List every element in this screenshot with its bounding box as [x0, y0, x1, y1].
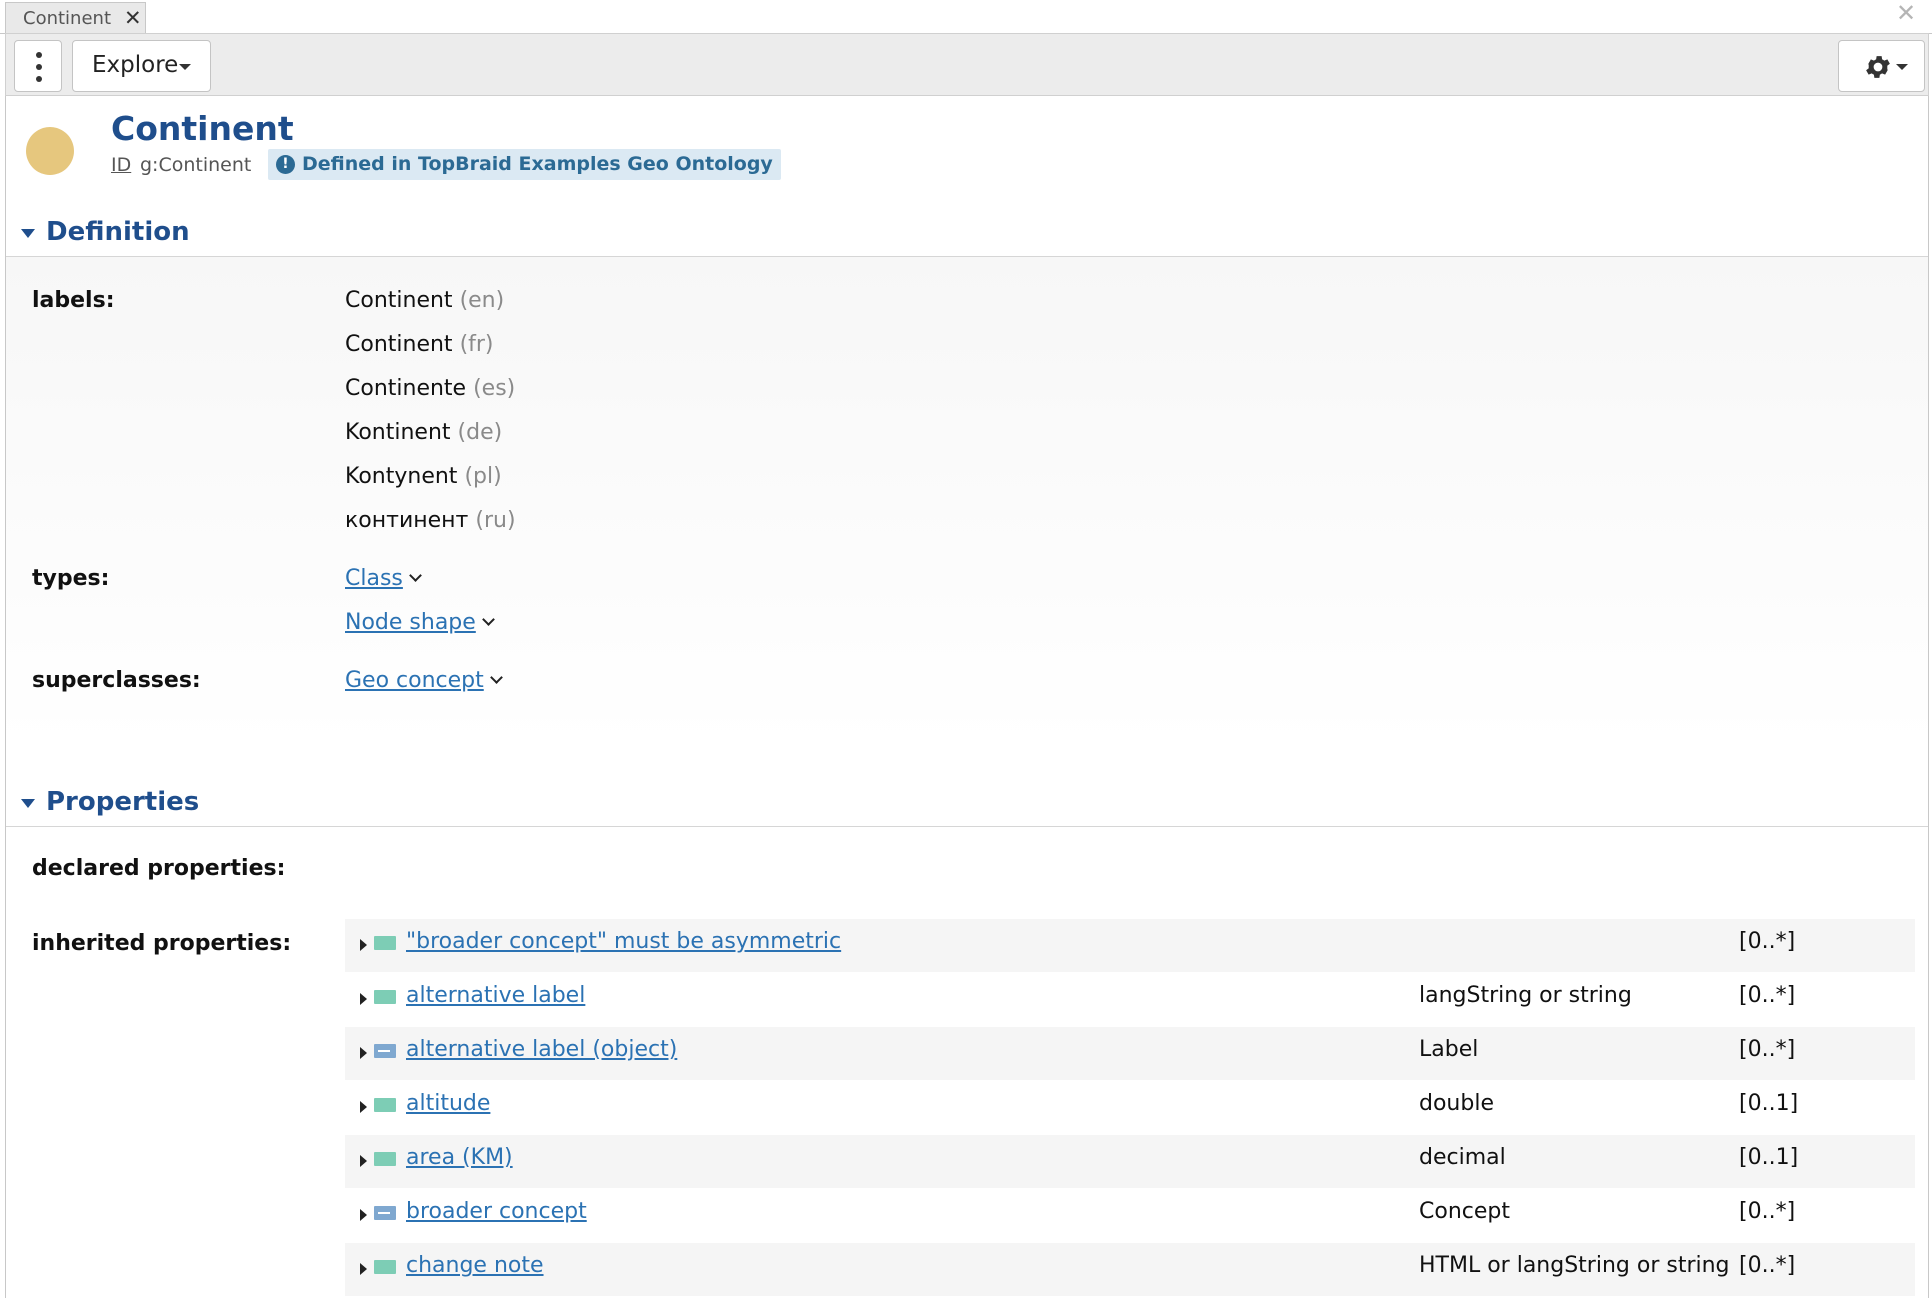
property-row[interactable]: "broader concept" must be asymmetric [0.…: [345, 919, 1915, 972]
labels-field-label: labels:: [32, 288, 115, 313]
property-type: Concept: [1419, 1199, 1510, 1224]
window-close-icon[interactable]: ✕: [1896, 0, 1916, 27]
caret-down-icon: [1896, 64, 1908, 70]
label-value: Kontinent (de): [345, 420, 503, 445]
expand-triangle-icon[interactable]: [360, 993, 367, 1005]
label-value: Continent (en): [345, 288, 505, 313]
property-cardinality: [0..1]: [1739, 1091, 1799, 1116]
property-type: double: [1419, 1091, 1494, 1116]
property-link[interactable]: alternative label: [406, 983, 585, 1008]
property-cardinality: [0..*]: [1739, 983, 1796, 1008]
property-cardinality: [0..*]: [1739, 1037, 1796, 1062]
property-row[interactable]: area (KM) decimal [0..1]: [345, 1135, 1915, 1188]
expand-triangle-icon[interactable]: [360, 1047, 367, 1059]
type-value: Class: [345, 566, 422, 591]
superclasses-field-label: superclasses:: [32, 668, 201, 693]
more-menu-button[interactable]: [14, 40, 62, 92]
chevron-down-icon[interactable]: [481, 613, 495, 626]
property-type: Label: [1419, 1037, 1479, 1062]
object-property-icon: [374, 1206, 396, 1220]
explore-button[interactable]: Explore: [72, 40, 211, 92]
expand-triangle-icon[interactable]: [360, 1155, 367, 1167]
tab-label: Continent: [23, 8, 111, 29]
property-cardinality: [0..1]: [1739, 1145, 1799, 1170]
toolbar: Explore: [5, 33, 1929, 96]
defined-in-badge[interactable]: ! Defined in TopBraid Examples Geo Ontol…: [268, 149, 781, 180]
collapse-triangle-icon[interactable]: [21, 799, 35, 808]
property-link[interactable]: "broader concept" must be asymmetric: [406, 929, 841, 954]
property-type: HTML or langString or string: [1419, 1253, 1730, 1278]
expand-triangle-icon[interactable]: [360, 939, 367, 951]
tab-continent[interactable]: Continent ✕: [5, 2, 146, 33]
property-cardinality: [0..*]: [1739, 1199, 1796, 1224]
chevron-down-icon[interactable]: [489, 671, 503, 684]
definition-section-body: labels: Continent (en) Continent (fr) Co…: [6, 257, 1928, 747]
caret-down-icon: [179, 64, 191, 70]
label-value: Continente (es): [345, 376, 516, 401]
property-row[interactable]: alternative label langString or string […: [345, 973, 1915, 1026]
datatype-property-icon: [374, 1098, 396, 1112]
datatype-property-icon: [374, 990, 396, 1004]
datatype-property-icon: [374, 1260, 396, 1274]
properties-section-title[interactable]: Properties: [46, 787, 199, 817]
collapse-triangle-icon[interactable]: [21, 229, 35, 238]
type-link-node-shape[interactable]: Node shape: [345, 610, 476, 635]
info-icon: !: [276, 155, 295, 174]
property-cardinality: [0..*]: [1739, 929, 1796, 954]
superclass-value: Geo concept: [345, 668, 503, 693]
label-value: Continent (fr): [345, 332, 494, 357]
kebab-icon: [36, 52, 42, 58]
property-link[interactable]: change note: [406, 1253, 544, 1278]
object-property-icon: [374, 1044, 396, 1058]
gear-icon: [1866, 56, 1890, 78]
definition-section-title[interactable]: Definition: [46, 217, 190, 247]
property-link[interactable]: altitude: [406, 1091, 490, 1116]
expand-triangle-icon[interactable]: [360, 1209, 367, 1221]
properties-section-body: declared properties: inherited propertie…: [6, 827, 1928, 1298]
tab-strip: Continent ✕ ✕: [0, 0, 1932, 34]
property-row[interactable]: altitude double [0..1]: [345, 1081, 1915, 1134]
types-field-label: types:: [32, 566, 110, 591]
superclass-link[interactable]: Geo concept: [345, 668, 484, 693]
property-type: langString or string: [1419, 983, 1632, 1008]
property-type: decimal: [1419, 1145, 1506, 1170]
properties-section-header[interactable]: Properties: [6, 782, 1928, 827]
page-title: Continent: [111, 109, 294, 148]
chevron-down-icon[interactable]: [409, 569, 422, 582]
property-row[interactable]: alternative label (object) Label [0..*]: [345, 1027, 1915, 1080]
declared-properties-label: declared properties:: [32, 856, 286, 881]
property-row[interactable]: change note HTML or langString or string…: [345, 1243, 1915, 1296]
datatype-property-icon: [374, 936, 396, 950]
definition-section-header[interactable]: Definition: [6, 212, 1928, 257]
id-label: ID: [111, 154, 132, 176]
datatype-property-icon: [374, 1152, 396, 1166]
expand-triangle-icon[interactable]: [360, 1263, 367, 1275]
explore-label: Explore: [92, 52, 179, 78]
property-link[interactable]: area (KM): [406, 1145, 513, 1170]
type-value: Node shape: [345, 610, 495, 635]
property-row[interactable]: broader concept Concept [0..*]: [345, 1189, 1915, 1242]
resource-panel: Continent ID g:Continent ! Defined in To…: [5, 96, 1929, 1298]
property-link[interactable]: broader concept: [406, 1199, 587, 1224]
tab-close-icon[interactable]: ✕: [124, 6, 142, 30]
class-avatar-icon: [26, 127, 74, 175]
property-link[interactable]: alternative label (object): [406, 1037, 677, 1062]
defined-in-text: Defined in TopBraid Examples Geo Ontolog…: [302, 153, 773, 175]
id-value: g:Continent: [140, 154, 252, 176]
inherited-properties-label: inherited properties:: [32, 931, 292, 956]
label-value: Kontynent (pl): [345, 464, 502, 489]
type-link-class[interactable]: Class: [345, 566, 403, 591]
label-value: континент (ru): [345, 508, 516, 533]
settings-button[interactable]: [1838, 40, 1925, 92]
property-cardinality: [0..*]: [1739, 1253, 1796, 1278]
expand-triangle-icon[interactable]: [360, 1101, 367, 1113]
